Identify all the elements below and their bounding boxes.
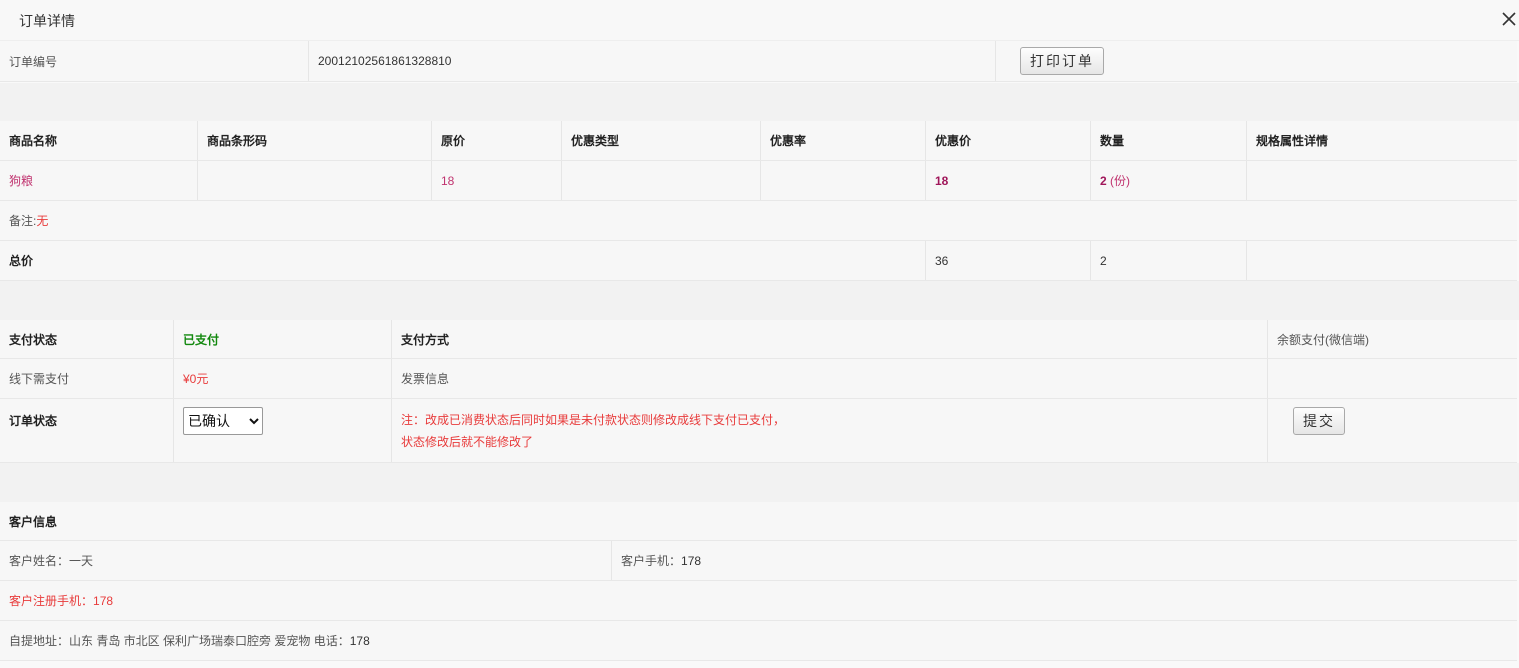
offline-payment-row: 线下需支付 ¥0元 发票信息	[0, 359, 1517, 399]
submit-cell: 提交	[1268, 399, 1517, 462]
order-status-select-cell: 已确认	[174, 399, 392, 462]
pickup-address-cell: 自提地址： 山东 青岛 市北区 保利广场瑞泰口腔旁 爱宠物 电话： 178	[0, 621, 1517, 660]
total-row: 总价 36 2	[0, 241, 1517, 281]
pickup-tel-value: 178	[349, 633, 370, 648]
header-barcode: 商品条形码	[198, 121, 432, 160]
invoice-value	[1268, 359, 1517, 398]
customer-reg-phone-row: 客户注册手机： 178	[0, 581, 1517, 621]
goods-table-header: 商品名称 商品条形码 原价 优惠类型 优惠率 优惠价 数量 规格属性详情	[0, 121, 1517, 161]
customer-name-row: 客户姓名： 一天 客户手机： 178	[0, 541, 1517, 581]
goods-discount-rate	[761, 161, 926, 200]
goods-discount-price: 18	[926, 161, 1091, 200]
pickup-address-label: 自提地址：	[9, 634, 70, 648]
goods-price: 18	[432, 161, 562, 200]
payment-status-label: 支付状态	[0, 320, 174, 358]
total-label: 总价	[0, 241, 926, 280]
header-goods-name: 商品名称	[0, 121, 198, 160]
order-status-note-line2: 状态修改后就不能修改了	[401, 435, 534, 449]
header-discount-price: 优惠价	[926, 121, 1091, 160]
submit-button[interactable]: 提交	[1293, 407, 1345, 435]
offline-payment-value: ¥0元	[174, 359, 392, 398]
customer-name-label: 客户姓名：	[9, 554, 70, 568]
total-price: 36	[926, 241, 1091, 280]
remark-row: 备注: 无	[0, 201, 1517, 241]
order-status-note: 注：改成已消费状态后同时如果是未付款状态则修改成线下支付已支付， 状态修改后就不…	[392, 399, 1268, 462]
header-spec: 规格属性详情	[1256, 134, 1329, 148]
payment-method-label: 支付方式	[392, 320, 1268, 358]
header-quantity: 数量	[1091, 121, 1247, 160]
order-status-select[interactable]: 已确认	[183, 407, 263, 435]
remark-cell: 备注: 无	[0, 201, 1517, 240]
order-number-label: 订单编号	[0, 41, 309, 81]
header-discount-type: 优惠类型	[562, 121, 761, 160]
customer-phone-cell: 客户手机： 178	[612, 541, 1517, 580]
remark-label: 备注:	[9, 214, 37, 228]
section-gap	[0, 281, 1519, 320]
goods-quantity: 2	[1100, 173, 1107, 188]
customer-phone-label: 客户手机：	[621, 554, 682, 568]
order-status-note-line1: 注：改成已消费状态后同时如果是未付款状态则修改成线下支付已支付，	[401, 413, 786, 427]
customer-reg-phone-value: 178	[93, 593, 114, 608]
header-discount-rate: 优惠率	[761, 121, 926, 160]
order-number-row: 订单编号 20012102561861328810 打印订单	[0, 41, 1517, 82]
invoice-label: 发票信息	[392, 359, 1268, 398]
close-icon[interactable]	[1501, 11, 1517, 27]
remark-value: 无	[36, 214, 49, 228]
order-status-row: 订单状态 已确认 注：改成已消费状态后同时如果是未付款状态则修改成线下支付已支付…	[0, 399, 1517, 463]
dialog-titlebar: 订单详情	[0, 0, 1519, 41]
offline-payment-label: 线下需支付	[0, 359, 174, 398]
total-spec	[1247, 241, 1517, 280]
customer-phone-value: 178	[681, 553, 702, 568]
pickup-address-row: 自提地址： 山东 青岛 市北区 保利广场瑞泰口腔旁 爱宠物 电话： 178	[0, 621, 1517, 661]
goods-discount-type	[562, 161, 761, 200]
dialog-title: 订单详情	[19, 13, 75, 29]
order-number-value: 20012102561861328810	[309, 41, 996, 81]
payment-method-value: 余额支付(微信端)	[1277, 332, 1369, 347]
table-row: 狗粮 18 18 2 (份)	[0, 161, 1517, 201]
total-quantity: 2	[1091, 241, 1247, 280]
section-gap	[0, 83, 1519, 121]
goods-quantity-cell: 2 (份)	[1091, 161, 1247, 200]
customer-reg-phone-label: 客户注册手机：	[9, 594, 94, 608]
customer-header-row: 客户信息	[0, 502, 1517, 541]
customer-name-value: 一天	[69, 554, 94, 568]
pickup-tel-label: 电话：	[313, 634, 350, 648]
goods-barcode	[198, 161, 432, 200]
section-gap	[0, 463, 1519, 502]
header-price: 原价	[432, 121, 562, 160]
payment-status-value: 已支付	[174, 320, 392, 358]
goods-name[interactable]: 狗粮	[0, 161, 198, 200]
customer-name-cell: 客户姓名： 一天	[0, 541, 612, 580]
order-status-label: 订单状态	[0, 399, 174, 462]
goods-quantity-unit: (份)	[1110, 174, 1131, 188]
payment-status-row: 支付状态 已支付 支付方式 余额支付(微信端)	[0, 320, 1517, 359]
customer-section-title: 客户信息	[9, 514, 58, 529]
pickup-address-value: 山东 青岛 市北区 保利广场瑞泰口腔旁 爱宠物	[69, 634, 311, 648]
customer-reg-phone-cell: 客户注册手机： 178	[0, 581, 1517, 620]
goods-spec	[1247, 161, 1517, 200]
print-order-button[interactable]: 打印订单	[1020, 47, 1104, 75]
